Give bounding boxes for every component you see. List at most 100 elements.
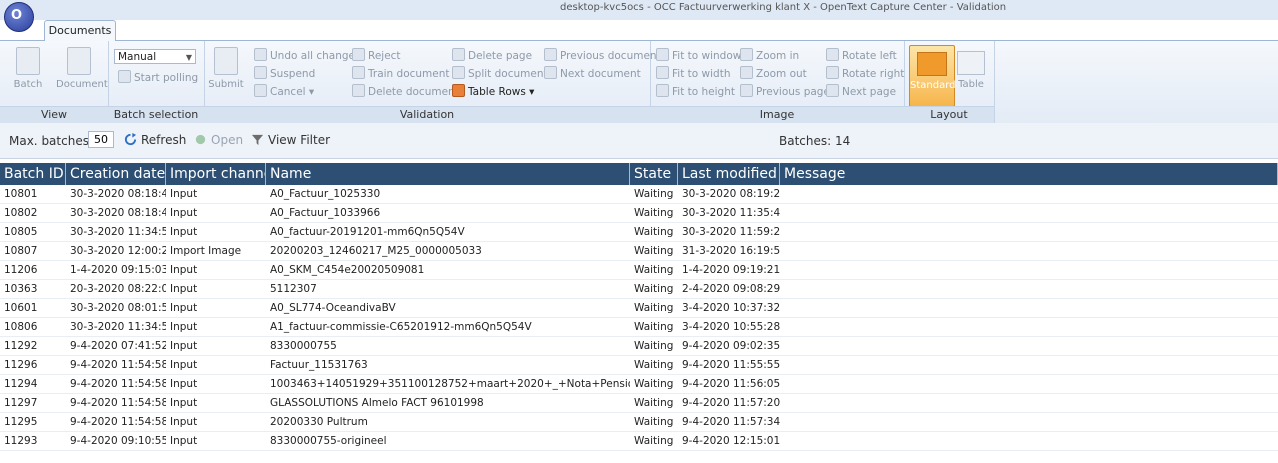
delete-page-button[interactable]: Delete page <box>452 48 532 63</box>
table-row[interactable]: 10806 30-3-2020 11:34:53 Input A1_factuur-c… <box>0 318 1278 337</box>
rotate-right-icon <box>826 66 839 79</box>
reject-button[interactable]: Reject <box>352 48 401 63</box>
batch-mode-select[interactable]: Manual ▼ <box>114 49 196 64</box>
rotate-left-icon <box>826 48 839 61</box>
open-button[interactable]: Open <box>194 133 243 147</box>
max-batches-input[interactable] <box>88 131 114 148</box>
column-header-batch-id[interactable]: Batch ID <box>0 163 66 185</box>
start-polling-button[interactable]: Start polling <box>118 70 198 85</box>
undo-all-changes-button[interactable]: Undo all changes <box>254 48 361 63</box>
rotate-right-button[interactable]: Rotate right <box>826 66 904 81</box>
table-row[interactable]: 10363 20-3-2020 08:22:05 Input 5112307 Waiti… <box>0 280 1278 299</box>
fit-to-height-button[interactable]: Fit to height <box>656 84 735 99</box>
cell-message <box>780 375 1278 393</box>
refresh-label: Refresh <box>141 133 187 147</box>
table-row[interactable]: 11294 9-4-2020 11:54:58 Input 1003463+14051… <box>0 375 1278 394</box>
cell-name: 20200203_12460217_M25_0000005033 <box>270 245 482 257</box>
standard-layout-button[interactable]: Standard <box>909 45 956 107</box>
ribbon-group-view: Batch Document View <box>0 41 109 123</box>
view-filter-button[interactable]: View Filter <box>251 133 330 147</box>
cell-creation-date: 9-4-2020 11:54:58 <box>70 359 166 371</box>
next-page-button[interactable]: Next page <box>826 84 896 99</box>
tab-documents[interactable]: Documents <box>44 20 116 41</box>
train-document-button[interactable]: Train document <box>352 66 450 81</box>
delete-document-button[interactable]: Delete document <box>352 84 459 99</box>
standard-layout-icon <box>917 52 947 76</box>
cell-creation-date: 30-3-2020 08:18:49 <box>70 207 166 219</box>
chevron-left-icon <box>740 84 753 97</box>
title-bar: desktop-kvc5ocs - OCC Factuurverwerking … <box>0 0 1278 20</box>
previous-page-button[interactable]: Previous page <box>740 84 830 99</box>
column-header-import-channel[interactable]: Import channel <box>166 163 266 185</box>
cell-batch-id: 10601 <box>4 302 38 314</box>
cancel-label: Cancel <box>270 86 306 98</box>
reject-label: Reject <box>368 50 401 62</box>
cell-batch-id: 10801 <box>4 188 38 200</box>
cell-last-modified: 30-3-2020 11:35:42 <box>682 207 780 219</box>
table-row[interactable]: 10805 30-3-2020 11:34:53 Input A0_factuur-2… <box>0 223 1278 242</box>
ribbon: Batch Document View Batch selection Manu… <box>0 40 1278 124</box>
cell-state: Waiting <box>634 359 674 371</box>
table-row[interactable]: 11296 9-4-2020 11:54:58 Input Factuur_11531… <box>0 356 1278 375</box>
column-header-creation-date[interactable]: Creation date <box>66 163 166 185</box>
start-polling-label: Start polling <box>134 72 199 84</box>
cell-import-channel: Input <box>170 416 198 428</box>
table-row[interactable]: 11206 1-4-2020 09:15:03 Input A0_SKM_C454e2… <box>0 261 1278 280</box>
batch-view-button[interactable]: Batch <box>8 47 48 90</box>
cell-batch-id: 10806 <box>4 321 38 333</box>
cell-batch-id: 10802 <box>4 207 38 219</box>
cell-creation-date: 30-3-2020 11:34:53 <box>70 321 166 333</box>
cell-batch-id: 11206 <box>4 264 38 276</box>
cell-last-modified: 31-3-2020 16:19:59 <box>682 245 780 257</box>
batch-view-label: Batch <box>13 79 43 90</box>
train-icon <box>352 66 365 79</box>
cell-state: Waiting <box>634 283 674 295</box>
column-header-last-modified[interactable]: Last modified <box>678 163 780 185</box>
split-document-button[interactable]: Split document <box>452 66 548 81</box>
next-document-icon <box>544 66 557 79</box>
cell-name: A1_factuur-commissie-C65201912-mm6Qn5Q54… <box>270 321 532 333</box>
cell-last-modified: 1-4-2020 09:19:21 <box>682 264 780 276</box>
table-row[interactable]: 10807 30-3-2020 12:00:25 Import Image 20200… <box>0 242 1278 261</box>
max-batches-label: Max. batches: <box>9 134 93 148</box>
cell-import-channel: Input <box>170 188 198 200</box>
table-row[interactable]: 10801 30-3-2020 08:18:48 Input A0_Factuur_1… <box>0 185 1278 204</box>
zoom-out-button[interactable]: Zoom out <box>740 66 807 81</box>
view-filter-label: View Filter <box>268 133 331 147</box>
suspend-button[interactable]: Suspend <box>254 66 315 81</box>
previous-document-button[interactable]: Previous document <box>544 48 661 63</box>
table-row[interactable]: 10802 30-3-2020 08:18:49 Input A0_Factuur_1… <box>0 204 1278 223</box>
next-document-button[interactable]: Next document <box>544 66 641 81</box>
table-rows-button[interactable]: Table Rows ▾ <box>452 84 534 99</box>
submit-button[interactable]: Submit <box>206 47 246 90</box>
column-header-state[interactable]: State <box>630 163 678 185</box>
table-layout-button[interactable]: Table <box>956 47 986 90</box>
rotate-left-button[interactable]: Rotate left <box>826 48 897 63</box>
fit-width-icon <box>656 66 669 79</box>
column-header-message[interactable]: Message <box>780 163 1278 185</box>
pause-icon <box>254 66 267 79</box>
cell-batch-id: 11293 <box>4 435 38 447</box>
cell-import-channel: Input <box>170 359 198 371</box>
table-row[interactable]: 11292 9-4-2020 07:41:52 Input 8330000755 Wai… <box>0 337 1278 356</box>
table-body: 10801 30-3-2020 08:18:48 Input A0_Factuur_1… <box>0 185 1278 451</box>
table-row[interactable]: 11297 9-4-2020 11:54:58 Input GLASSOLUTIONS… <box>0 394 1278 413</box>
document-view-button[interactable]: Document <box>56 47 108 90</box>
zoom-in-button[interactable]: Zoom in <box>740 48 799 63</box>
cell-state: Waiting <box>634 264 674 276</box>
cell-batch-id: 11294 <box>4 378 38 390</box>
column-header-name[interactable]: Name <box>266 163 630 185</box>
cancel-button[interactable]: Cancel ▾ <box>254 84 314 99</box>
refresh-button[interactable]: Refresh <box>124 133 186 147</box>
fit-to-width-button[interactable]: Fit to width <box>656 66 730 81</box>
cell-state: Waiting <box>634 226 674 238</box>
fit-to-window-button[interactable]: Fit to window <box>656 48 741 63</box>
app-menu-button[interactable]: O <box>4 2 34 32</box>
table-row[interactable]: 10601 30-3-2020 08:01:50 Input A0_SL774-Oce… <box>0 299 1278 318</box>
cell-creation-date: 30-3-2020 12:00:25 <box>70 245 166 257</box>
suspend-label: Suspend <box>270 68 316 80</box>
table-row[interactable]: 11295 9-4-2020 11:54:58 Input 20200330 Pult… <box>0 413 1278 432</box>
split-icon <box>452 66 465 79</box>
table-row[interactable]: 11293 9-4-2020 09:10:55 Input 8330000755-or… <box>0 432 1278 451</box>
cell-import-channel: Import Image <box>170 245 242 257</box>
